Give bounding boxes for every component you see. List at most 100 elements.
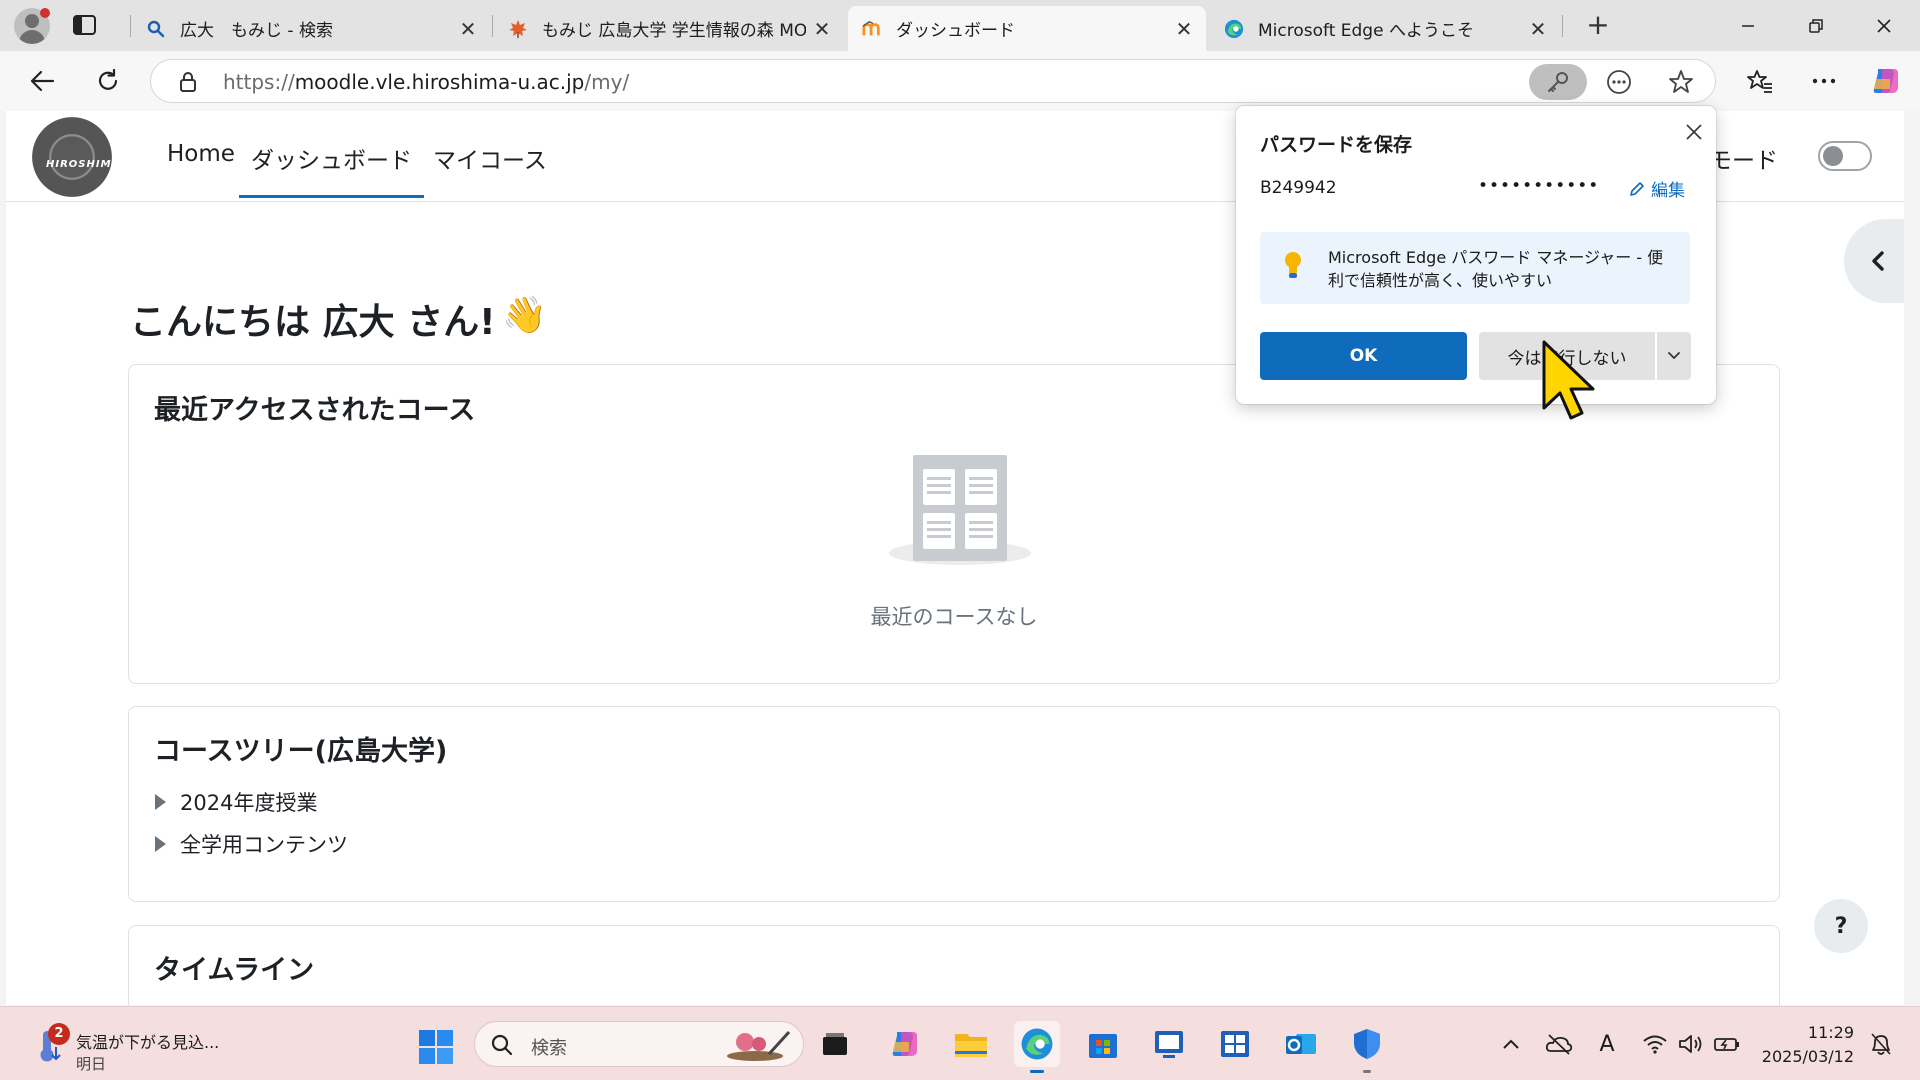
pencil-icon [1630, 181, 1644, 196]
tab-edge-welcome[interactable]: Microsoft Edge へようこそ ✕ [1210, 6, 1560, 51]
taskbar-search-box[interactable]: 検索 [474, 1021, 804, 1067]
ime-indicator[interactable]: A [1592, 1029, 1622, 1059]
edit-mode-toggle[interactable] [1818, 141, 1872, 171]
search-placeholder: 検索 [531, 1038, 567, 1059]
read-aloud-icon[interactable] [1603, 66, 1635, 98]
edit-label: 編集 [1651, 181, 1685, 201]
profile-notification-dot [40, 8, 50, 18]
weather-headline: 気温が下がる見込... [76, 1033, 220, 1052]
tab-title: Microsoft Edge へようこそ [1258, 21, 1474, 41]
tab-close-icon[interactable]: ✕ [806, 13, 838, 45]
timeline-title: タイムライン [154, 955, 315, 986]
lock-icon[interactable] [179, 71, 197, 97]
greeting-heading: こんにちは 広大 さん! [130, 302, 496, 343]
waving-hand-icon: 👋 [502, 295, 547, 336]
more-options-dropdown[interactable] [1657, 332, 1691, 380]
tree-item[interactable]: 全学用コンテンツ [155, 829, 348, 859]
tab-momiji[interactable]: もみじ 広島大学 学生情報の森 MO ✕ [494, 6, 844, 51]
defender-shield-icon[interactable] [1344, 1021, 1390, 1073]
tab-separator [492, 15, 493, 37]
favorites-icon[interactable] [1740, 61, 1780, 101]
help-button[interactable]: ? [1814, 899, 1868, 953]
edge-taskbar-icon[interactable] [1014, 1021, 1060, 1073]
chevron-left-icon [1872, 251, 1884, 271]
edit-credentials-link[interactable]: 編集 [1628, 176, 1685, 201]
new-tab-button[interactable]: + [1580, 11, 1616, 41]
remote-desktop-icon[interactable] [1146, 1021, 1192, 1067]
nav-dashboard-link[interactable]: ダッシュボード [239, 141, 424, 198]
tree-item-label: 2024年度授業 [180, 791, 318, 815]
empty-courses-illustration [887, 455, 1033, 565]
close-icon[interactable] [1678, 116, 1710, 148]
refresh-button[interactable] [88, 61, 128, 101]
task-view-icon[interactable] [812, 1021, 858, 1067]
running-indicator [1030, 1070, 1044, 1073]
timeline-card: タイムライン [128, 925, 1780, 1005]
minimize-button[interactable] [1718, 0, 1778, 51]
tab-close-icon[interactable]: ✕ [1522, 13, 1554, 45]
taskbar: 2 気温が下がる見込... 明日 検索 A 11:29 2025/03/12 [0, 1006, 1920, 1080]
lightbulb-icon [1282, 250, 1304, 284]
volume-icon[interactable] [1676, 1029, 1706, 1059]
tab-close-icon[interactable]: ✕ [1168, 13, 1200, 45]
close-window-button[interactable] [1854, 0, 1914, 51]
tray-overflow-chevron-icon[interactable] [1496, 1029, 1526, 1059]
course-tree-title: コースツリー(広島大学) [154, 736, 448, 767]
tab-title: ダッシュボード [896, 21, 1015, 41]
recent-courses-card: 最近アクセスされたコース 最近のコースなし [128, 364, 1780, 684]
ok-button[interactable]: OK [1260, 332, 1467, 380]
password-manager-tip: Microsoft Edge パスワード マネージャー - 便利で信頼性が高く、… [1260, 232, 1690, 304]
restore-button[interactable] [1786, 0, 1846, 51]
logo-text: HIROSHIMA [46, 159, 112, 170]
outlook-icon[interactable] [1278, 1021, 1324, 1067]
copilot-icon[interactable] [1866, 61, 1906, 101]
university-logo[interactable]: HIROSHIMA [32, 117, 112, 197]
recent-courses-title: 最近アクセスされたコース [154, 395, 476, 426]
password-key-button[interactable] [1529, 64, 1587, 100]
clock-date: 2025/03/12 [1761, 1047, 1854, 1066]
onedrive-offline-icon[interactable] [1544, 1029, 1574, 1059]
url-host: moodle.vle.hiroshima-u.ac.jp [294, 70, 585, 94]
tab-dashboard[interactable]: ダッシュボード ✕ [848, 6, 1206, 51]
search-highlight-art-icon [727, 1030, 791, 1061]
running-indicator [1363, 1070, 1371, 1073]
moodle-icon [862, 19, 882, 39]
store-icon[interactable] [1080, 1021, 1126, 1067]
notification-bell-icon[interactable] [1866, 1029, 1896, 1059]
toggle-knob [1823, 146, 1843, 166]
tab-search[interactable]: 広大 もみじ - 検索 ✕ [132, 6, 490, 51]
wifi-icon[interactable] [1640, 1029, 1670, 1059]
tab-actions-icon[interactable] [72, 13, 98, 37]
dialog-title: パスワードを保存 [1260, 134, 1413, 156]
favorite-star-icon[interactable] [1665, 66, 1697, 98]
save-password-dialog: パスワードを保存 B249942 ••••••••••• 編集 Microsof… [1236, 106, 1716, 404]
back-button[interactable] [22, 61, 62, 101]
tab-title: もみじ 広島大学 学生情報の森 MO [542, 21, 806, 41]
tab-close-icon[interactable]: ✕ [452, 13, 484, 45]
start-button[interactable] [418, 1029, 454, 1069]
settings-more-icon[interactable] [1804, 61, 1844, 101]
search-icon [491, 1034, 513, 1060]
address-bar[interactable]: https://moodle.vle.hiroshima-u.ac.jp/my/ [150, 59, 1716, 103]
browser-toolbar: https://moodle.vle.hiroshima-u.ac.jp/my/ [0, 51, 1920, 111]
clock-time: 11:29 [1807, 1023, 1854, 1042]
chevron-down-icon [1668, 352, 1680, 359]
search-icon [146, 19, 166, 39]
nav-mycourses-link[interactable]: マイコース [433, 141, 547, 175]
expand-arrow-icon [155, 794, 166, 810]
maple-leaf-icon [508, 19, 528, 39]
url-path: /my/ [584, 70, 630, 94]
news-app-icon[interactable] [1212, 1021, 1258, 1067]
nav-home-link[interactable]: Home [167, 141, 235, 167]
tip-text: Microsoft Edge パスワード マネージャー - 便利で信頼性が高く、… [1328, 248, 1664, 290]
url-scheme: https:// [223, 70, 295, 94]
mouse-cursor-icon [1540, 338, 1602, 430]
copilot-taskbar-icon[interactable] [882, 1021, 928, 1067]
course-tree-card: コースツリー(広島大学) 2024年度授業 全学用コンテンツ [128, 706, 1780, 902]
battery-icon[interactable] [1712, 1029, 1742, 1059]
weather-widget[interactable]: 2 気温が下がる見込... 明日 [28, 1017, 268, 1073]
block-drawer-toggle[interactable] [1844, 219, 1904, 303]
system-clock[interactable]: 11:29 2025/03/12 [1756, 1021, 1854, 1069]
file-explorer-icon[interactable] [948, 1021, 994, 1067]
tree-item[interactable]: 2024年度授業 [155, 787, 317, 817]
